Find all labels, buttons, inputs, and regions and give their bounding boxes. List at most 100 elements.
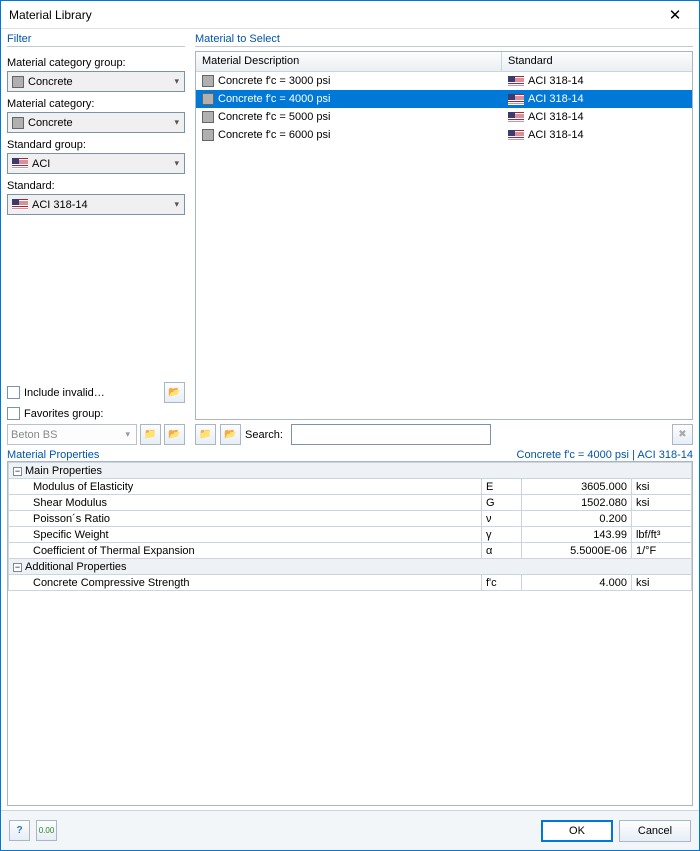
cancel-button[interactable]: Cancel bbox=[619, 820, 691, 842]
material-list: Material Description Standard Concrete f… bbox=[195, 51, 693, 420]
prop-name: Coefficient of Thermal Expansion bbox=[9, 543, 482, 559]
property-row: Specific Weightγ143.99lbf/ft³ bbox=[9, 527, 692, 543]
prop-unit: 1/°F bbox=[631, 543, 691, 559]
prop-value[interactable]: 4.000 bbox=[521, 575, 631, 591]
std-combo[interactable]: ACI 318-14 ▾ bbox=[7, 194, 185, 215]
cat-value: Concrete bbox=[28, 117, 73, 129]
clear-search-button[interactable]: ✖ bbox=[672, 424, 693, 445]
footer: ? 0.00 OK Cancel bbox=[1, 810, 699, 850]
edit-icon: 📂 bbox=[224, 429, 236, 440]
favorites-combo[interactable]: Beton BS ▾ bbox=[7, 424, 137, 445]
catgroup-combo[interactable]: Concrete ▾ bbox=[7, 71, 185, 92]
concrete-swatch-icon bbox=[202, 93, 214, 105]
open-icon: 📂 bbox=[168, 429, 180, 440]
stdgroup-combo[interactable]: ACI ▾ bbox=[7, 153, 185, 174]
prop-unit: ksi bbox=[631, 479, 691, 495]
concrete-swatch-icon bbox=[12, 76, 24, 88]
material-std: ACI 318-14 bbox=[528, 129, 584, 141]
add-material-button[interactable]: 📁 bbox=[195, 424, 216, 445]
favorites-label: Favorites group: bbox=[24, 408, 103, 420]
property-row: Shear ModulusG1502.080ksi bbox=[9, 495, 692, 511]
filter-pane: Filter Material category group: Concrete… bbox=[1, 29, 191, 449]
prop-symbol: γ bbox=[481, 527, 521, 543]
units-icon: 0.00 bbox=[39, 826, 55, 835]
property-row: Poisson´s Ratioν0.200 bbox=[9, 511, 692, 527]
include-invalid-checkbox[interactable] bbox=[7, 386, 20, 399]
close-button[interactable]: ✕ bbox=[657, 2, 693, 28]
prop-symbol: G bbox=[481, 495, 521, 511]
us-flag-icon bbox=[508, 112, 524, 123]
concrete-swatch-icon bbox=[202, 111, 214, 123]
list-toolbar: 📁 📂 Search: ✖ bbox=[195, 424, 693, 445]
material-row[interactable]: Concrete f'c = 6000 psiACI 318-14 bbox=[196, 126, 692, 144]
folder-icon: 📂 bbox=[168, 387, 180, 398]
prop-value[interactable]: 0.200 bbox=[521, 511, 631, 527]
help-button[interactable]: ? bbox=[9, 820, 30, 841]
help-icon: ? bbox=[16, 825, 22, 836]
collapse-icon[interactable]: − bbox=[13, 467, 22, 476]
prop-name: Modulus of Elasticity bbox=[9, 479, 482, 495]
new-folder-icon: 📁 bbox=[144, 429, 156, 440]
properties-title: Material Properties bbox=[7, 449, 99, 461]
property-row: Coefficient of Thermal Expansionα5.5000E… bbox=[9, 543, 692, 559]
open-favorite-button[interactable]: 📂 bbox=[164, 424, 185, 445]
material-std: ACI 318-14 bbox=[528, 93, 584, 105]
material-desc: Concrete f'c = 3000 psi bbox=[218, 75, 330, 87]
chevron-down-icon: ▾ bbox=[171, 199, 182, 210]
section-row: −Additional Properties bbox=[9, 559, 692, 575]
prop-value[interactable]: 143.99 bbox=[521, 527, 631, 543]
material-std: ACI 318-14 bbox=[528, 75, 584, 87]
filter-group: Filter Material category group: Concrete… bbox=[7, 33, 185, 445]
us-flag-icon bbox=[12, 199, 28, 210]
std-label: Standard: bbox=[7, 180, 185, 192]
cat-label: Material category: bbox=[7, 98, 185, 110]
edit-categories-button[interactable]: 📂 bbox=[164, 382, 185, 403]
material-row[interactable]: Concrete f'c = 5000 psiACI 318-14 bbox=[196, 108, 692, 126]
new-icon: 📁 bbox=[199, 429, 211, 440]
prop-value[interactable]: 3605.000 bbox=[521, 479, 631, 495]
properties-header: Material Properties Concrete f'c = 4000 … bbox=[7, 449, 693, 461]
catgroup-value: Concrete bbox=[28, 76, 73, 88]
chevron-down-icon: ▾ bbox=[122, 429, 133, 440]
new-favorite-button[interactable]: 📁 bbox=[140, 424, 161, 445]
prop-name: Shear Modulus bbox=[9, 495, 482, 511]
col-standard[interactable]: Standard bbox=[502, 52, 692, 71]
material-row[interactable]: Concrete f'c = 3000 psi ACI 318-14 bbox=[196, 72, 692, 90]
property-row: Concrete Compressive Strengthf'c4.000ksi bbox=[9, 575, 692, 591]
cat-combo[interactable]: Concrete ▾ bbox=[7, 112, 185, 133]
filter-title: Filter bbox=[7, 33, 185, 46]
collapse-icon[interactable]: − bbox=[13, 563, 22, 572]
us-flag-icon bbox=[508, 130, 524, 141]
search-input[interactable] bbox=[291, 424, 491, 445]
prop-name: Concrete Compressive Strength bbox=[9, 575, 482, 591]
select-pane: Material to Select Material Description … bbox=[191, 29, 699, 449]
prop-symbol: α bbox=[481, 543, 521, 559]
clear-icon: ✖ bbox=[678, 429, 686, 440]
material-list-body: Concrete f'c = 3000 psiACI 318-14Concret… bbox=[196, 72, 692, 419]
favorites-value: Beton BS bbox=[11, 429, 122, 441]
properties-pane: Material Properties Concrete f'c = 4000 … bbox=[1, 449, 699, 810]
concrete-swatch-icon bbox=[12, 117, 24, 129]
search-label: Search: bbox=[245, 429, 287, 441]
include-invalid-label: Include invalid… bbox=[24, 387, 105, 399]
chevron-down-icon: ▾ bbox=[171, 76, 182, 87]
prop-name: Specific Weight bbox=[9, 527, 482, 543]
prop-unit: ksi bbox=[631, 495, 691, 511]
select-title: Material to Select bbox=[195, 33, 693, 46]
favorites-checkbox[interactable] bbox=[7, 407, 20, 420]
ok-button[interactable]: OK bbox=[541, 820, 613, 842]
us-flag-icon bbox=[508, 76, 524, 87]
stdgroup-label: Standard group: bbox=[7, 139, 185, 151]
prop-symbol: f'c bbox=[481, 575, 521, 591]
edit-material-button[interactable]: 📂 bbox=[220, 424, 241, 445]
properties-grid-body: −Main PropertiesModulus of ElasticityE36… bbox=[8, 462, 692, 805]
std-value: ACI 318-14 bbox=[32, 199, 88, 211]
us-flag-icon bbox=[12, 158, 28, 169]
chevron-down-icon: ▾ bbox=[171, 117, 182, 128]
col-description[interactable]: Material Description bbox=[196, 52, 502, 71]
titlebar: Material Library ✕ bbox=[1, 1, 699, 29]
prop-value[interactable]: 1502.080 bbox=[521, 495, 631, 511]
units-button[interactable]: 0.00 bbox=[36, 820, 57, 841]
material-row[interactable]: Concrete f'c = 4000 psiACI 318-14 bbox=[196, 90, 692, 108]
prop-value[interactable]: 5.5000E-06 bbox=[521, 543, 631, 559]
